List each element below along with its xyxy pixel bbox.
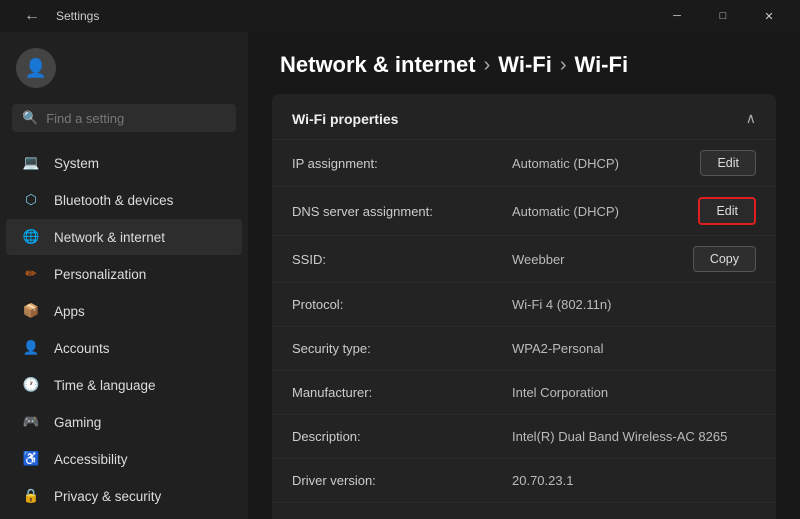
sidebar-label-gaming: Gaming xyxy=(54,415,101,430)
titlebar: ← Settings ─ □ ✕ xyxy=(0,0,800,32)
content-area: Network & internet › Wi-Fi › Wi-Fi Wi-Fi… xyxy=(248,32,800,519)
prop-row-3: Protocol:Wi-Fi 4 (802.11n) xyxy=(272,283,776,327)
sidebar-label-system: System xyxy=(54,156,99,171)
sidebar-item-privacy[interactable]: 🔒 Privacy & security xyxy=(6,478,242,514)
breadcrumb-wifi2: Wi-Fi xyxy=(575,52,629,78)
properties-list: IP assignment:Automatic (DHCP)EditDNS se… xyxy=(272,140,776,519)
sidebar-item-gaming[interactable]: 🎮 Gaming xyxy=(6,404,242,440)
breadcrumb-sep1: › xyxy=(484,54,491,77)
prop-row-0: IP assignment:Automatic (DHCP)Edit xyxy=(272,140,776,187)
prop-row-5: Manufacturer:Intel Corporation xyxy=(272,371,776,415)
sidebar-label-privacy: Privacy & security xyxy=(54,489,161,504)
breadcrumb-network: Network & internet xyxy=(280,52,476,78)
personalization-icon: ✏ xyxy=(22,265,40,283)
prop-value-7: 20.70.23.1 xyxy=(512,473,756,488)
prop-row-1: DNS server assignment:Automatic (DHCP)Ed… xyxy=(272,187,776,236)
prop-value-5: Intel Corporation xyxy=(512,385,756,400)
accounts-icon: 👤 xyxy=(22,339,40,357)
search-input[interactable] xyxy=(46,111,226,126)
maximize-button[interactable]: □ xyxy=(700,0,746,32)
prop-actions-0: Edit xyxy=(700,150,756,176)
edit-button-0[interactable]: Edit xyxy=(700,150,756,176)
network-icon: 🌐 xyxy=(22,228,40,246)
prop-label-5: Manufacturer: xyxy=(292,385,512,400)
privacy-icon: 🔒 xyxy=(22,487,40,505)
prop-row-2: SSID:WeebberCopy xyxy=(272,236,776,283)
sidebar-item-network[interactable]: 🌐 Network & internet xyxy=(6,219,242,255)
back-button[interactable]: ← xyxy=(16,3,48,29)
prop-value-0: Automatic (DHCP) xyxy=(512,156,700,171)
avatar[interactable]: 👤 xyxy=(16,48,56,88)
prop-value-2: Weebber xyxy=(512,252,693,267)
nav-list: 💻 System ⬡ Bluetooth & devices 🌐 Network & in… xyxy=(0,144,248,519)
search-bar: 🔍 xyxy=(12,104,236,132)
prop-row-6: Description:Intel(R) Dual Band Wireless-… xyxy=(272,415,776,459)
prop-label-6: Description: xyxy=(292,429,512,444)
accessibility-icon: ♿ xyxy=(22,450,40,468)
edit-button-1[interactable]: Edit xyxy=(698,197,756,225)
prop-actions-1: Edit xyxy=(698,197,756,225)
minimize-button[interactable]: ─ xyxy=(654,0,700,32)
breadcrumb: Network & internet › Wi-Fi › Wi-Fi xyxy=(248,32,800,94)
sidebar-label-time: Time & language xyxy=(54,378,156,393)
collapse-button[interactable]: ∧ xyxy=(746,110,756,127)
prop-label-7: Driver version: xyxy=(292,473,512,488)
gaming-icon: 🎮 xyxy=(22,413,40,431)
app-layout: 👤 🔍 💻 System ⬡ Bluetooth & devices 🌐 Network … xyxy=(0,32,800,519)
sidebar-item-personalization[interactable]: ✏ Personalization xyxy=(6,256,242,292)
prop-actions-2: Copy xyxy=(693,246,756,272)
sidebar-item-time[interactable]: 🕐 Time & language xyxy=(6,367,242,403)
prop-label-0: IP assignment: xyxy=(292,156,512,171)
sidebar-label-network: Network & internet xyxy=(54,230,165,245)
bluetooth-icon: ⬡ xyxy=(22,191,40,209)
sidebar-item-bluetooth[interactable]: ⬡ Bluetooth & devices xyxy=(6,182,242,218)
app-title: Settings xyxy=(56,9,99,23)
prop-value-3: Wi-Fi 4 (802.11n) xyxy=(512,297,756,312)
sidebar-item-system[interactable]: 💻 System xyxy=(6,145,242,181)
sidebar-item-apps[interactable]: 📦 Apps xyxy=(6,293,242,329)
system-icon: 💻 xyxy=(22,154,40,172)
prop-row-7: Driver version:20.70.23.1 xyxy=(272,459,776,503)
breadcrumb-sep2: › xyxy=(560,54,567,77)
search-icon: 🔍 xyxy=(22,110,38,126)
prop-value-4: WPA2-Personal xyxy=(512,341,756,356)
apps-icon: 📦 xyxy=(22,302,40,320)
prop-value-6: Intel(R) Dual Band Wireless-AC 8265 xyxy=(512,429,756,444)
sidebar-label-accounts: Accounts xyxy=(54,341,110,356)
close-button[interactable]: ✕ xyxy=(746,0,792,32)
sidebar-label-personalization: Personalization xyxy=(54,267,146,282)
sidebar-item-accounts[interactable]: 👤 Accounts xyxy=(6,330,242,366)
prop-label-3: Protocol: xyxy=(292,297,512,312)
prop-row-8: Network band:2.4 GHz xyxy=(272,503,776,519)
prop-row-4: Security type:WPA2-Personal xyxy=(272,327,776,371)
sidebar-label-bluetooth: Bluetooth & devices xyxy=(54,193,173,208)
breadcrumb-wifi1: Wi-Fi xyxy=(498,52,552,78)
prop-label-1: DNS server assignment: xyxy=(292,204,512,219)
window-controls: ─ □ ✕ xyxy=(654,0,792,32)
prop-label-2: SSID: xyxy=(292,252,512,267)
card-title: Wi-Fi properties xyxy=(292,111,398,127)
sidebar-item-accessibility[interactable]: ♿ Accessibility xyxy=(6,441,242,477)
wifi-properties-card: Wi-Fi properties ∧ IP assignment:Automat… xyxy=(272,94,776,519)
sidebar-item-update[interactable]: ⟳Windows Update xyxy=(6,515,242,519)
sidebar: 👤 🔍 💻 System ⬡ Bluetooth & devices 🌐 Network … xyxy=(0,32,248,519)
copy-button-2[interactable]: Copy xyxy=(693,246,756,272)
sidebar-top: 👤 xyxy=(0,40,248,104)
titlebar-left: ← Settings xyxy=(16,3,99,29)
prop-value-1: Automatic (DHCP) xyxy=(512,204,698,219)
card-header: Wi-Fi properties ∧ xyxy=(272,94,776,140)
sidebar-label-accessibility: Accessibility xyxy=(54,452,128,467)
prop-label-4: Security type: xyxy=(292,341,512,356)
time-icon: 🕐 xyxy=(22,376,40,394)
sidebar-label-apps: Apps xyxy=(54,304,85,319)
